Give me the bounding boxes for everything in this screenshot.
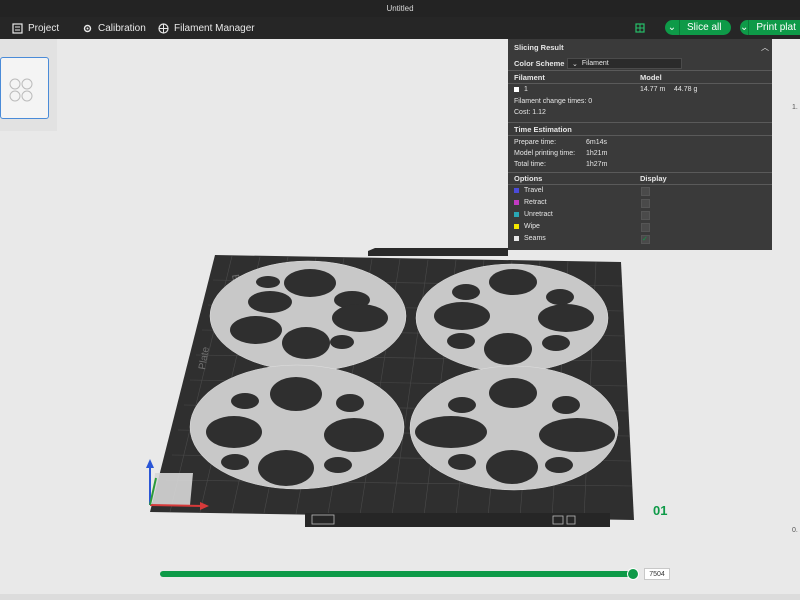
option-display-checkbox[interactable] bbox=[641, 199, 650, 208]
slice-all-button[interactable]: ⌄ Slice all bbox=[665, 20, 732, 35]
filament-length: 14.77 m bbox=[640, 86, 666, 93]
collapse-chevron-icon[interactable]: ︿ bbox=[761, 42, 769, 53]
layer-slider-value: 7504 bbox=[644, 568, 670, 580]
grid-view-icon bbox=[635, 23, 645, 33]
print-plate-button[interactable]: ⌄ Print plat bbox=[740, 20, 800, 35]
color-scheme-select[interactable]: ⌄ Filament bbox=[567, 58, 682, 69]
option-color-swatch bbox=[514, 223, 519, 229]
divider bbox=[508, 122, 772, 123]
option-row-travel: Travel bbox=[514, 187, 543, 194]
color-scheme-label: Color Scheme bbox=[514, 59, 565, 68]
select-chevron-icon: ⌄ bbox=[572, 60, 578, 68]
display-header: Display bbox=[640, 174, 667, 183]
calibration-icon bbox=[83, 24, 92, 32]
divider bbox=[508, 172, 772, 173]
slicing-result-panel: Slicing Result ︿ Color Scheme ⌄ Filament… bbox=[508, 39, 772, 250]
project-icon bbox=[12, 22, 23, 34]
color-scheme-value: Filament bbox=[581, 60, 609, 67]
time-estimation-header: Time Estimation bbox=[514, 125, 572, 134]
status-bar bbox=[0, 594, 800, 600]
filament-manager-label: Filament Manager bbox=[174, 22, 255, 34]
option-color-swatch bbox=[514, 235, 519, 241]
total-time-label: Total time: bbox=[514, 161, 546, 168]
slice-dropdown-chevron-icon[interactable]: ⌄ bbox=[665, 20, 680, 35]
options-header: Options bbox=[514, 174, 543, 183]
model-printing-time-label: Model printing time: bbox=[514, 150, 576, 157]
plate-thumbnail-preview-icon bbox=[9, 78, 33, 102]
option-row-unretract: Unretract bbox=[514, 211, 553, 218]
option-label: Unretract bbox=[524, 211, 553, 218]
window-title: Untitled bbox=[386, 4, 414, 13]
option-label: Wipe bbox=[524, 223, 540, 230]
print-dropdown-chevron-icon[interactable]: ⌄ bbox=[740, 20, 750, 35]
filament-cost: Cost: 1.12 bbox=[514, 109, 546, 116]
model-printing-time-value: 1h21m bbox=[586, 150, 608, 157]
option-display-checkbox[interactable]: ✓ bbox=[641, 235, 650, 244]
option-label: Retract bbox=[524, 199, 547, 206]
divider bbox=[508, 184, 772, 185]
calibration-label: Calibration bbox=[98, 22, 146, 34]
filament-color-swatch bbox=[514, 86, 519, 92]
option-color-swatch bbox=[514, 211, 519, 217]
option-row-wipe: Wipe bbox=[514, 223, 540, 230]
prepare-time-label: Prepare time: bbox=[514, 139, 557, 146]
option-color-swatch bbox=[514, 199, 519, 205]
print-plate-label: Print plat bbox=[756, 22, 796, 33]
plate-view-button[interactable] bbox=[635, 20, 645, 36]
calibration-tab[interactable]: Calibration bbox=[82, 20, 146, 36]
option-label: Travel bbox=[524, 187, 544, 194]
filament-spool-icon bbox=[158, 22, 169, 34]
project-label: Project bbox=[28, 22, 60, 34]
project-tab[interactable]: Project bbox=[12, 20, 59, 36]
plate-number: 01 bbox=[653, 503, 668, 518]
filament-weight: 44.78 g bbox=[674, 86, 698, 93]
option-row-retract: Retract bbox=[514, 199, 547, 206]
slice-all-label: Slice all bbox=[687, 22, 722, 33]
main-toolbar: Project Calibration Filament Manager ⌄ S… bbox=[0, 17, 800, 39]
filament-index: 1 bbox=[524, 86, 528, 93]
layer-slider-track[interactable] bbox=[160, 571, 636, 577]
divider bbox=[508, 135, 772, 136]
total-time-value: 1h27m bbox=[586, 161, 608, 168]
prepare-time-value: 6m14s bbox=[586, 139, 608, 146]
right-scale-mark-top: 1. bbox=[792, 104, 798, 111]
filament-header: Filament bbox=[514, 73, 545, 82]
option-display-checkbox[interactable] bbox=[641, 211, 650, 220]
bed-back-tab bbox=[368, 248, 508, 256]
slicing-result-title: Slicing Result bbox=[514, 43, 564, 52]
option-display-checkbox[interactable] bbox=[641, 223, 650, 232]
divider bbox=[508, 83, 772, 84]
bed-label-strip bbox=[305, 513, 610, 527]
filament-manager-tab[interactable]: Filament Manager bbox=[158, 20, 255, 36]
filament-change-times: Filament change times: 0 bbox=[514, 98, 593, 105]
plate-thumbnail[interactable] bbox=[0, 57, 49, 119]
window-title-bar: Untitled bbox=[0, 0, 800, 17]
layer-slider-handle[interactable] bbox=[627, 568, 639, 580]
option-display-checkbox[interactable] bbox=[641, 187, 650, 196]
right-scale-mark-bottom: 0. bbox=[792, 527, 798, 534]
option-row-seams: Seams bbox=[514, 235, 546, 242]
model-header: Model bbox=[640, 73, 662, 82]
divider bbox=[508, 70, 772, 71]
option-color-swatch bbox=[514, 187, 519, 193]
option-label: Seams bbox=[524, 235, 546, 242]
filament-row: 1 bbox=[514, 86, 528, 93]
